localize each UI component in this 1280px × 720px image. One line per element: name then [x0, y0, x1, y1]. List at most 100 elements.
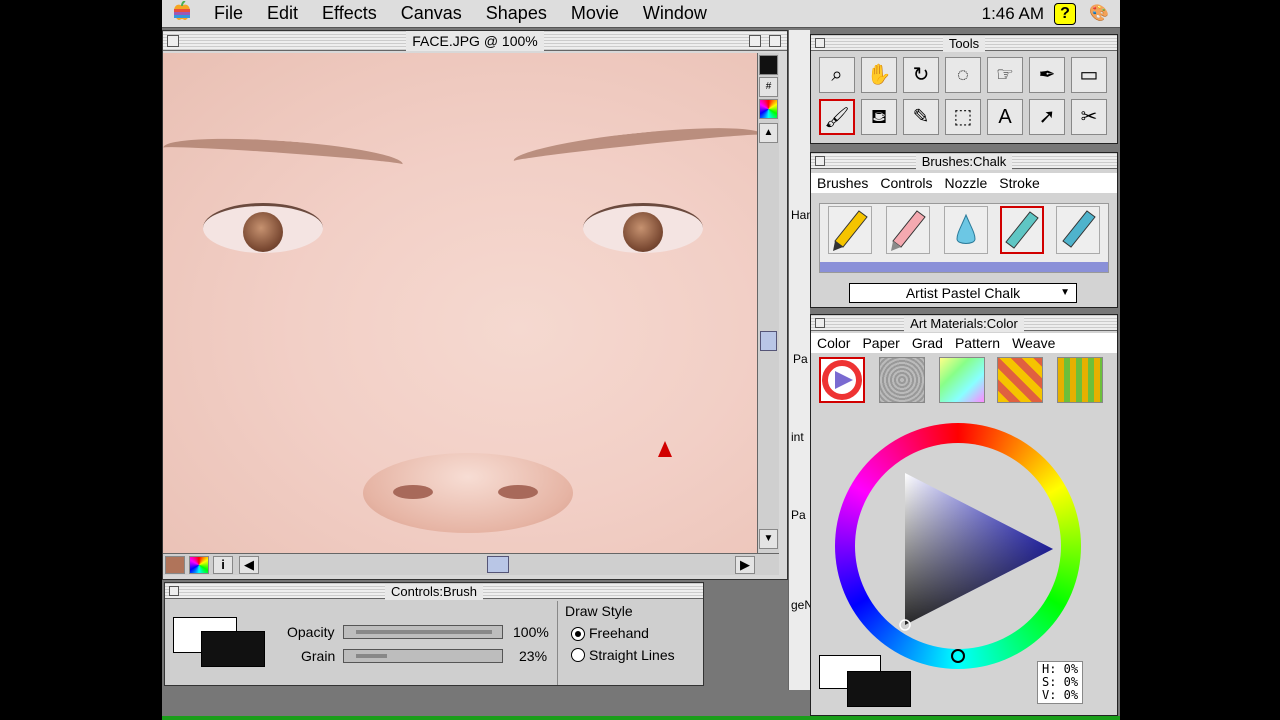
- brushes-tab-bar: Brushes Controls Nozzle Stroke: [811, 173, 1117, 193]
- tab-weave[interactable]: Weave: [1006, 333, 1061, 353]
- tab-nozzle[interactable]: Nozzle: [939, 173, 994, 193]
- drawing-mode-icon[interactable]: [759, 55, 778, 75]
- desktop: File Edit Effects Canvas Shapes Movie Wi…: [162, 0, 1120, 720]
- left-nostril: [393, 485, 433, 499]
- saturation-value-triangle[interactable]: [855, 443, 1061, 649]
- tab-brushes[interactable]: Brushes: [811, 173, 874, 193]
- dropper-tool-icon[interactable]: ✎: [903, 99, 939, 135]
- scroll-up-arrow-icon[interactable]: ▲: [759, 123, 778, 143]
- scissors-tool-icon[interactable]: ✂: [1071, 99, 1107, 135]
- menu-movie[interactable]: Movie: [559, 3, 631, 24]
- freehand-label[interactable]: Freehand: [589, 625, 649, 641]
- apple-menu-icon[interactable]: [162, 0, 202, 27]
- brushes-palette: Brushes:Chalk Brushes Controls Nozzle St…: [810, 152, 1118, 308]
- weave-material-icon[interactable]: [1057, 357, 1103, 403]
- selector-tool-icon[interactable]: ➚: [1029, 99, 1065, 135]
- document-title-bar[interactable]: FACE.JPG @ 100%: [163, 31, 787, 51]
- lasso-tool-icon[interactable]: ◌: [945, 57, 981, 93]
- pen-tool-icon[interactable]: ✒: [1029, 57, 1065, 93]
- grain-value: 23%: [519, 648, 548, 664]
- menu-clock[interactable]: 1:46 AM: [972, 4, 1054, 24]
- grain-slider-fill: [356, 654, 388, 658]
- brushes-title: Brushes:Chalk: [915, 154, 1013, 170]
- straight-lines-label[interactable]: Straight Lines: [589, 647, 675, 663]
- collapse-box-icon[interactable]: [769, 35, 781, 47]
- menu-window[interactable]: Window: [631, 3, 719, 24]
- strip-text-2: Pa: [793, 352, 808, 366]
- water-brush-icon[interactable]: [944, 206, 988, 254]
- color-icon[interactable]: [759, 99, 778, 119]
- texture-icon[interactable]: [165, 556, 185, 574]
- controls-close-box-icon[interactable]: [169, 586, 179, 596]
- brushes-close-box-icon[interactable]: [815, 156, 825, 166]
- secondary-color-swatch[interactable]: [201, 631, 265, 667]
- brush-variant-dropdown[interactable]: Artist Pastel Chalk: [849, 283, 1077, 303]
- scroll-right-arrow-icon[interactable]: ▶: [735, 556, 755, 574]
- cursor-icon: [658, 441, 672, 457]
- application-menu-icon[interactable]: 🎨: [1086, 3, 1112, 25]
- pencil-brush-icon[interactable]: [828, 206, 872, 254]
- right-eyebrow: [512, 120, 757, 176]
- tab-paper[interactable]: Paper: [856, 333, 905, 353]
- grain-slider[interactable]: [343, 649, 503, 663]
- paint-bucket-tool-icon[interactable]: ⛾: [861, 99, 897, 135]
- pattern-material-icon[interactable]: [997, 357, 1043, 403]
- controls-brush-palette: Controls:Brush Opacity 100% Grain 23% Dr…: [164, 582, 704, 686]
- left-iris: [243, 212, 283, 252]
- rectangular-selection-tool-icon[interactable]: ⬚: [945, 99, 981, 135]
- art-materials-title-bar[interactable]: Art Materials:Color: [811, 315, 1117, 332]
- paper-material-icon[interactable]: [879, 357, 925, 403]
- tools-title-bar[interactable]: Tools: [811, 35, 1117, 52]
- brush-tray-scroller[interactable]: [820, 262, 1108, 272]
- horizontal-scrollbar[interactable]: i ◀ ▶: [163, 553, 779, 575]
- tab-grad[interactable]: Grad: [906, 333, 949, 353]
- scroll-left-arrow-icon[interactable]: ◀: [239, 556, 259, 574]
- art-materials-close-box-icon[interactable]: [815, 318, 825, 328]
- menu-edit[interactable]: Edit: [255, 3, 310, 24]
- image-canvas[interactable]: [163, 53, 757, 553]
- crop-tool-icon[interactable]: ☞: [987, 57, 1023, 93]
- help-icon[interactable]: ?: [1054, 2, 1076, 25]
- menu-canvas[interactable]: Canvas: [389, 3, 474, 24]
- brush-tool-icon[interactable]: 🖌: [819, 99, 855, 135]
- menu-file[interactable]: File: [202, 3, 255, 24]
- hue-indicator[interactable]: [951, 649, 965, 663]
- tab-pattern[interactable]: Pattern: [949, 333, 1006, 353]
- brush-tray: [819, 203, 1109, 273]
- brushes-title-bar[interactable]: Brushes:Chalk: [811, 153, 1117, 170]
- controls-title-bar[interactable]: Controls:Brush: [165, 583, 703, 600]
- vertical-scrollbar[interactable]: # ▲ ▼: [757, 53, 779, 553]
- vertical-scroll-thumb[interactable]: [760, 331, 777, 351]
- tab-color[interactable]: Color: [811, 333, 856, 353]
- info-icon[interactable]: i: [213, 556, 233, 574]
- horizontal-scroll-thumb[interactable]: [487, 556, 509, 573]
- tracing-icon[interactable]: [189, 556, 209, 574]
- eraser-brush-icon[interactable]: [886, 206, 930, 254]
- chalk-brush-icon[interactable]: [1000, 206, 1044, 254]
- opacity-value: 100%: [513, 624, 549, 640]
- grain-label: Grain: [301, 648, 336, 664]
- color-material-icon[interactable]: [819, 357, 865, 403]
- background-window-strip: Han Pa int Pa geN: [788, 30, 813, 690]
- art-secondary-color-swatch[interactable]: [847, 671, 911, 707]
- zoom-box-icon[interactable]: [749, 35, 761, 47]
- straight-lines-radio[interactable]: [571, 648, 585, 662]
- menu-effects[interactable]: Effects: [310, 3, 389, 24]
- grid-icon[interactable]: #: [759, 77, 778, 97]
- gradient-material-icon[interactable]: [939, 357, 985, 403]
- charcoal-brush-icon[interactable]: [1056, 206, 1100, 254]
- magnifier-tool-icon[interactable]: ⌕: [819, 57, 855, 93]
- grabber-tool-icon[interactable]: ✋: [861, 57, 897, 93]
- tab-stroke[interactable]: Stroke: [993, 173, 1045, 193]
- scroll-down-arrow-icon[interactable]: ▼: [759, 529, 778, 549]
- rectangle-tool-icon[interactable]: ▭: [1071, 57, 1107, 93]
- opacity-slider[interactable]: [343, 625, 503, 639]
- close-box-icon[interactable]: [167, 35, 179, 47]
- right-eye: [583, 203, 703, 253]
- freehand-radio[interactable]: [571, 627, 585, 641]
- tools-close-box-icon[interactable]: [815, 38, 825, 48]
- text-tool-icon[interactable]: A: [987, 99, 1023, 135]
- tab-controls[interactable]: Controls: [874, 173, 938, 193]
- menu-shapes[interactable]: Shapes: [474, 3, 559, 24]
- rotate-page-tool-icon[interactable]: ↻: [903, 57, 939, 93]
